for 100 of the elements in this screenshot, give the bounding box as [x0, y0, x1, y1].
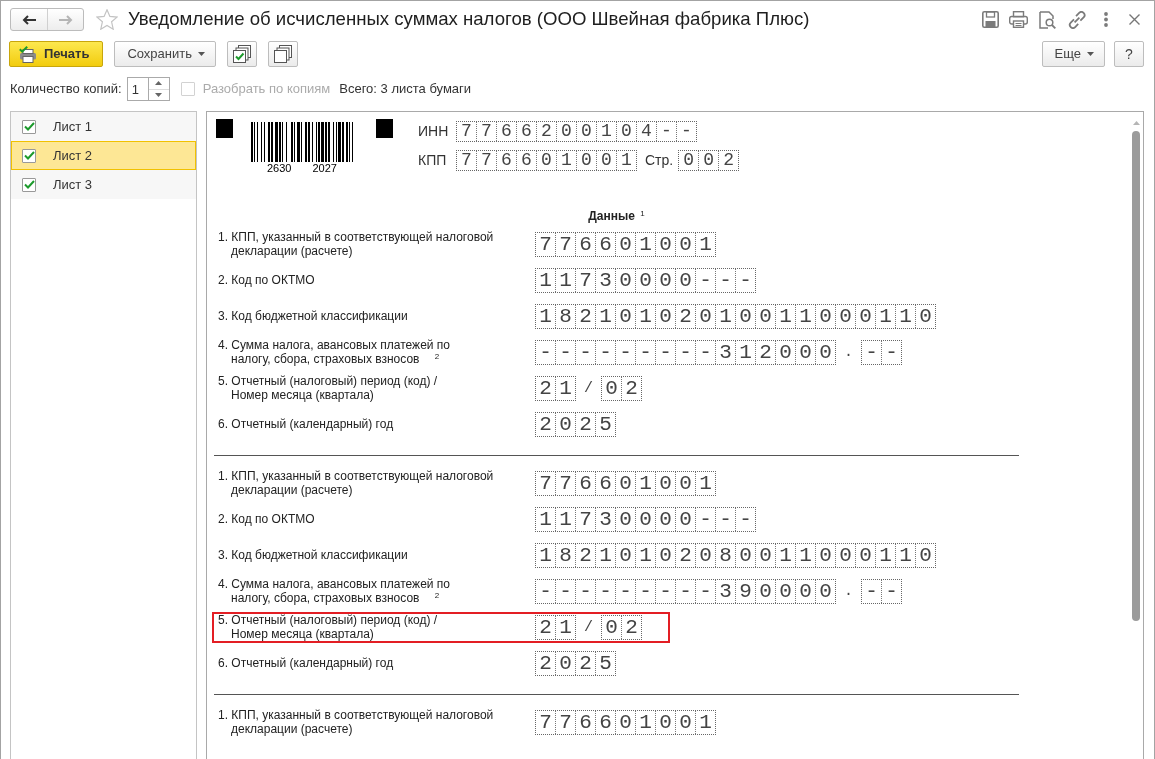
- form-cell: 8: [555, 544, 575, 567]
- form-cell: 6: [496, 122, 516, 141]
- form-cell: 1: [556, 151, 576, 170]
- form-cell-text: 7: [538, 233, 553, 256]
- form-cell-text: 0: [604, 377, 619, 400]
- print-button[interactable]: Печать: [9, 41, 104, 67]
- form-cell: -: [695, 341, 715, 364]
- dropdown-button[interactable]: Еще: [1041, 41, 1105, 67]
- form-cell: -: [635, 580, 655, 603]
- form-cell: -: [735, 269, 755, 292]
- form-cell: 3: [715, 341, 735, 364]
- form-cell: -: [555, 580, 575, 603]
- form-cell: 0: [675, 269, 695, 292]
- form-cell: 1: [775, 305, 795, 328]
- star-icon[interactable]: [96, 9, 118, 30]
- separator-mark: .: [844, 343, 853, 362]
- form-cell: 1: [596, 122, 616, 141]
- form-cell: 7: [476, 151, 496, 170]
- form-cell-text: 1: [538, 269, 553, 292]
- separator-mark: /: [584, 618, 593, 637]
- form-cell: 3: [595, 508, 615, 531]
- form-cell: 0: [615, 508, 635, 531]
- form-cell: 0: [795, 341, 815, 364]
- form-cell: 0: [655, 711, 675, 734]
- form-cell: 0: [695, 305, 715, 328]
- link-icon[interactable]: [1068, 10, 1086, 29]
- form-cell: 2: [755, 341, 775, 364]
- scrollbar-thumb[interactable]: [1132, 131, 1140, 621]
- select-all-button[interactable]: [227, 41, 257, 67]
- form-cell: 6: [496, 151, 516, 170]
- sheet-item[interactable]: Лист 1: [11, 112, 196, 141]
- form-cell-text: 2: [538, 377, 553, 400]
- form-cell: 7: [575, 269, 595, 292]
- form-cell: 0: [635, 508, 655, 531]
- field-label: 2. Код по ОКТМО: [218, 512, 316, 527]
- form-cell: 3: [715, 580, 735, 603]
- section-heading: Данные $^{1}$: [587, 208, 646, 224]
- form-cell: 0: [698, 151, 719, 170]
- form-cell: 0: [815, 580, 835, 603]
- form-cell-text: 0: [604, 616, 619, 639]
- form-cell: 6: [595, 711, 615, 734]
- form-cell: 1: [795, 305, 815, 328]
- sheet-total-text: Всего: 3 листа бумаги: [339, 81, 472, 97]
- form-cell: 0: [655, 269, 675, 292]
- form-cell: 0: [815, 305, 835, 328]
- form-cell: 1: [555, 269, 575, 292]
- form-cell: -: [575, 580, 595, 603]
- more-icon[interactable]: [1104, 12, 1108, 27]
- form-cell: -: [715, 269, 735, 292]
- collate-label: Разобрать по копиям: [202, 81, 331, 97]
- form-cell: 0: [755, 580, 775, 603]
- field-label: КПП: [418, 152, 448, 169]
- sheet-checkbox[interactable]: [22, 148, 36, 163]
- form-cell: -: [715, 508, 735, 531]
- dropdown-button[interactable]: Сохранить: [114, 41, 216, 67]
- copies-field[interactable]: 1: [126, 77, 148, 101]
- form-cell: 1: [715, 305, 735, 328]
- form-cell: 0: [735, 544, 755, 567]
- form-cell: -: [615, 580, 635, 603]
- form-cell: 7: [555, 233, 575, 256]
- form-cell: 2: [575, 413, 595, 436]
- save-icon[interactable]: [982, 11, 999, 28]
- form-cell: 2: [675, 544, 695, 567]
- form-cell: 0: [556, 122, 576, 141]
- preview-icon[interactable]: [1039, 10, 1056, 29]
- form-cell-text: 7: [538, 711, 553, 734]
- form-cell: 1: [635, 711, 655, 734]
- help-button[interactable]: ?: [1114, 41, 1144, 67]
- form-cell: -: [635, 341, 655, 364]
- form-cell: 1: [735, 341, 755, 364]
- form-cell: 1: [555, 616, 575, 639]
- form-cell: 0: [635, 269, 655, 292]
- form-cell: 0: [655, 305, 675, 328]
- form-cell: 1: [555, 377, 575, 400]
- form-cell: -: [695, 580, 715, 603]
- form-cell-text: 2: [538, 413, 553, 436]
- form-cell-text: 1: [538, 544, 553, 567]
- arrow-right-icon: [58, 14, 73, 25]
- print-icon[interactable]: [1009, 11, 1028, 28]
- close-icon[interactable]: [1129, 14, 1140, 25]
- form-cell: -: [656, 122, 676, 141]
- sheet-item[interactable]: Лист 2: [11, 141, 196, 170]
- form-cell: 1: [635, 233, 655, 256]
- sheet-checkbox[interactable]: [22, 177, 36, 192]
- pages-button[interactable]: [268, 41, 298, 67]
- sheet-checkbox[interactable]: [22, 119, 36, 134]
- field-label: 6. Отчетный (календарный) год: [218, 417, 395, 432]
- form-cell: 0: [795, 580, 815, 603]
- sheet-item[interactable]: Лист 3: [11, 170, 196, 199]
- form-cell: -: [675, 341, 695, 364]
- form-cell: 5: [595, 652, 615, 675]
- form-cell: 0: [815, 341, 835, 364]
- form-cell: -: [655, 580, 675, 603]
- form-cell: 3: [595, 269, 615, 292]
- form-cell: 7: [476, 122, 496, 141]
- form-cell: 0: [675, 472, 695, 495]
- field-label: 2. Код по ОКТМО: [218, 273, 316, 288]
- corner-mark: [216, 119, 233, 138]
- form-cell-text: 2: [538, 616, 553, 639]
- form-cell: 0: [815, 544, 835, 567]
